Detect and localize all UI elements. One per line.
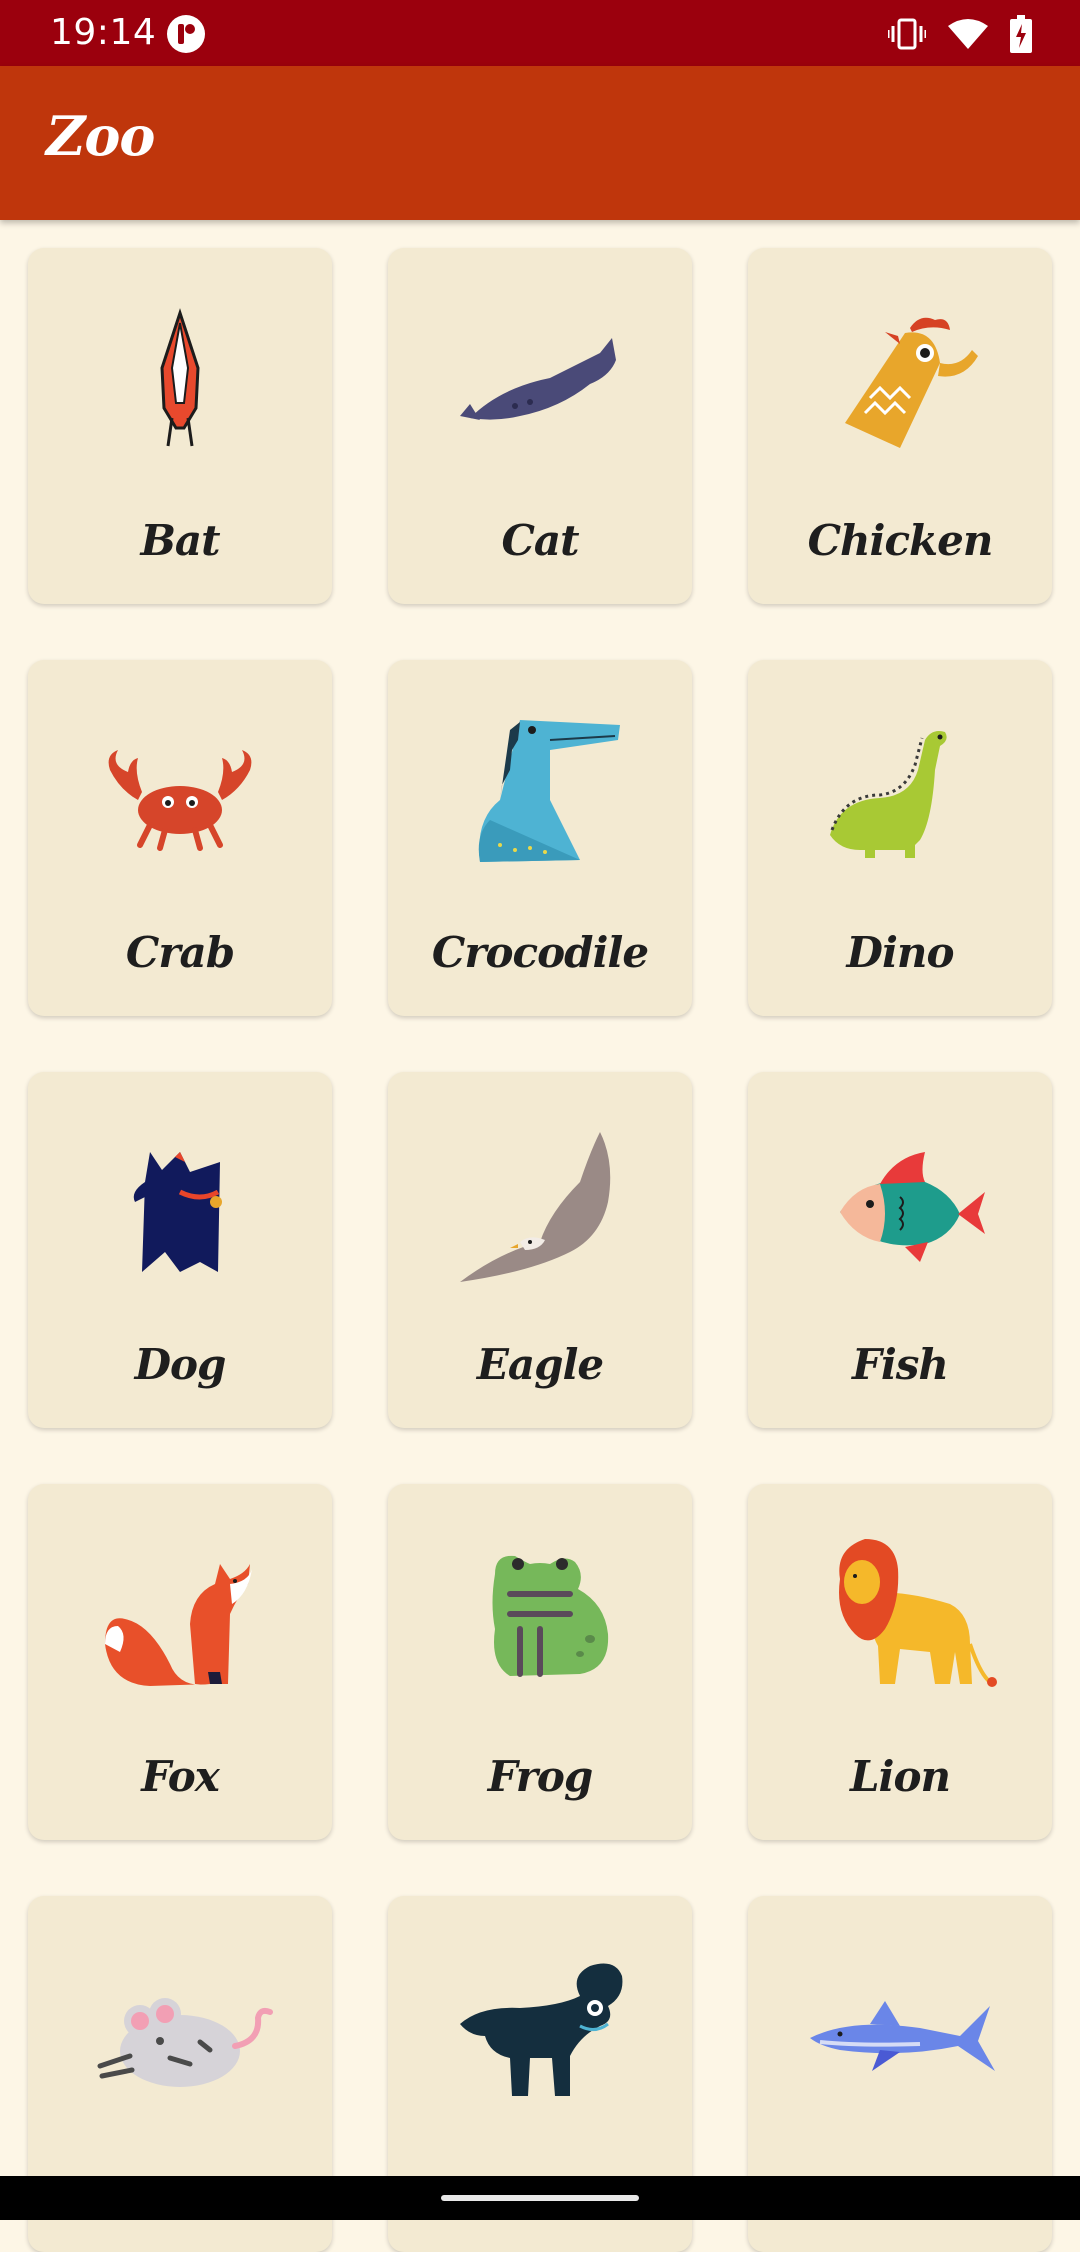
animal-label: Dino [846, 928, 955, 977]
dog-icon [133, 1152, 222, 1272]
navigation-bar [0, 2176, 1080, 2220]
animal-card-eagle[interactable]: Eagle [388, 1072, 692, 1428]
animal-card-lion[interactable]: Lion [748, 1484, 1052, 1840]
animal-label: Eagle [476, 1340, 604, 1389]
animal-card-crab[interactable]: Crab [28, 660, 332, 1016]
status-time: 19:14 [50, 12, 157, 53]
animal-label: Fish [852, 1340, 949, 1389]
status-bar: 19:14 [0, 0, 1080, 66]
app-notification-icon [167, 15, 205, 53]
creature-icon [460, 1963, 623, 2096]
crocodile-icon [478, 720, 620, 862]
animal-label: Chicken [807, 516, 994, 565]
lion-icon [839, 1539, 997, 1687]
animal-card-bat[interactable]: Bat [28, 248, 332, 604]
animal-card-cat[interactable]: Cat [388, 248, 692, 604]
vibrate-icon [888, 18, 926, 50]
home-gesture-handle[interactable] [441, 2195, 639, 2201]
battery-charging-icon [1010, 15, 1032, 53]
chicken-icon [845, 317, 978, 448]
animal-card-fox[interactable]: Fox [28, 1484, 332, 1840]
app-bar: Zoo [0, 66, 1080, 220]
animal-label: Frog [487, 1752, 594, 1801]
fox-icon [105, 1564, 252, 1686]
animal-card-frog[interactable]: Frog [388, 1484, 692, 1840]
animal-label: Crab [125, 928, 235, 977]
mouse-icon [97, 1998, 273, 2087]
animal-label: Lion [849, 1752, 951, 1801]
animal-label: Bat [140, 516, 220, 565]
eagle-icon [460, 1132, 611, 1282]
animal-card-dog[interactable]: Dog [28, 1072, 332, 1428]
cat-icon [460, 338, 616, 420]
app-title: Zoo [46, 104, 155, 168]
shark-icon [810, 2001, 995, 2071]
dino-icon [830, 731, 947, 858]
animal-label: Fox [141, 1752, 220, 1801]
crab-icon [108, 750, 252, 851]
wifi-icon [948, 19, 988, 49]
animal-card-chicken[interactable]: Chicken [748, 248, 1052, 604]
animal-label: Crocodile [431, 928, 649, 977]
animal-card-dino[interactable]: Dino [748, 660, 1052, 1016]
animal-label: Cat [501, 516, 579, 565]
frog-icon [492, 1555, 609, 1677]
fish-icon [840, 1152, 985, 1262]
bat-icon [160, 308, 200, 447]
animal-grid: Bat Cat Chicken Crab Crocodile Dino Dog … [28, 248, 1052, 2252]
animal-card-fish[interactable]: Fish [748, 1072, 1052, 1428]
animal-card-crocodile[interactable]: Crocodile [388, 660, 692, 1016]
animal-label: Dog [134, 1340, 227, 1389]
